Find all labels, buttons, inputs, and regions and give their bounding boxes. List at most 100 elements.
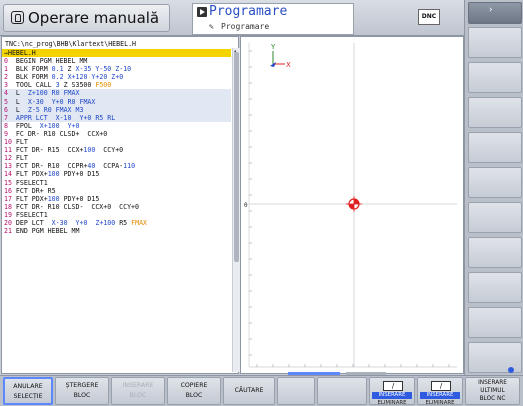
line-token: Z+100: [27, 89, 48, 98]
line-token: 0.1: [51, 65, 64, 74]
vertical-softkey-2[interactable]: [468, 62, 522, 93]
line-number: 1: [4, 65, 16, 74]
program-line[interactable]: →HEBEL.H: [2, 49, 231, 58]
insert-remove-button-1[interactable]: / INSERARE ELIMINARE: [369, 377, 415, 406]
line-token: [68, 219, 76, 227]
axis-y-label: Y: [270, 43, 276, 51]
line-token: FCT DR- R10 CLSD- CCX+0 CCY+0: [15, 202, 139, 211]
softkey-label: ULTIMUL: [480, 388, 505, 394]
line-token: FSELECT1: [15, 178, 48, 187]
wrench-icon: /: [383, 381, 403, 391]
program-line[interactable]: 5 L X-30 Y+0 R0 FMAX: [2, 97, 231, 106]
vertical-softkey-6[interactable]: [468, 202, 522, 233]
program-line[interactable]: 18 FCT DR- R10 CLSD- CCX+0 CCY+0: [2, 203, 231, 211]
line-token: Z+100: [95, 218, 116, 227]
softkey-label: INSERARE: [420, 392, 460, 399]
empty-softkey-1[interactable]: [277, 377, 315, 405]
program-line[interactable]: 7 APPR LCT X-10 Y+0 R5 RL: [2, 113, 231, 122]
program-line[interactable]: 2 BLK FORM 0.2 X+120 Y+20 Z+0: [2, 73, 231, 81]
manual-mode-icon: [11, 11, 24, 24]
line-token: FLT PDX+: [15, 170, 48, 179]
program-line[interactable]: 17 FLT PDX+100 PDY+0 D15: [2, 195, 231, 203]
line-token: 0.2: [51, 73, 64, 82]
line-number: 8: [4, 121, 16, 130]
program-line[interactable]: 0 BEGIN PGM HEBEL MM: [2, 57, 231, 65]
vertical-softkey-8[interactable]: [468, 272, 522, 303]
vertical-softkey-5[interactable]: [468, 167, 522, 198]
line-token: BLK FORM: [15, 73, 52, 82]
programming-mode-label: Programare: [209, 4, 288, 19]
softkey-label: INSERARE: [122, 382, 154, 389]
vertical-softkey-7[interactable]: [468, 237, 522, 268]
softkey-page-up-button[interactable]: ›: [468, 2, 522, 24]
program-scrollbar[interactable]: ▲: [232, 48, 240, 372]
line-token: Z+0: [111, 73, 124, 82]
vertical-softkey-1[interactable]: [468, 27, 522, 58]
line-number: 19: [4, 210, 16, 219]
line-token: END PGM HEBEL MM: [15, 227, 80, 236]
graphics-panel: 0 Y X: [240, 36, 464, 374]
delete-block-button[interactable]: ȘTERGERE BLOC: [55, 377, 109, 405]
program-line[interactable]: 14 FLT PDX+100 PDY+0 D15: [2, 170, 231, 178]
insert-remove-button-2[interactable]: / INSERARE ELIMINARE: [417, 377, 463, 406]
program-line[interactable]: 21 END PGM HEBEL MM: [2, 227, 231, 235]
axis-gizmo: Y X: [270, 43, 291, 69]
sub-mode-icon: ✎: [209, 22, 214, 31]
empty-softkey-2[interactable]: [317, 377, 367, 405]
program-line[interactable]: 1 BLK FORM 0.1 Z X-35 Y-50 Z-10: [2, 65, 231, 73]
program-line[interactable]: 12 FLT: [2, 154, 231, 162]
left-ruler-ticks: [249, 50, 252, 356]
search-button[interactable]: CĂUTARE: [223, 377, 275, 405]
line-token: 100: [47, 170, 60, 179]
softkey-label: ȘTERGERE: [65, 382, 99, 389]
line-number: 11: [4, 146, 16, 155]
line-number: 18: [4, 202, 16, 211]
manual-mode-label: Operare manuală: [28, 9, 160, 27]
line-number: 15: [4, 178, 16, 187]
softkey-label: CĂUTARE: [234, 387, 264, 394]
manual-mode-button[interactable]: Operare manuală: [3, 4, 170, 32]
copy-block-button[interactable]: COPIERE BLOC: [167, 377, 221, 405]
line-number: 0: [4, 57, 16, 66]
program-line[interactable]: 10 FLT: [2, 138, 231, 146]
programming-mode-icon: [197, 7, 207, 17]
line-number: 3: [4, 81, 16, 90]
vertical-softkey-bar: ›: [464, 0, 523, 375]
program-line[interactable]: 16 FCT DR+ R5: [2, 187, 231, 195]
line-token: [44, 98, 52, 106]
program-line[interactable]: 15 FSELECT1: [2, 179, 231, 187]
vertical-softkey-4[interactable]: [468, 132, 522, 163]
program-line[interactable]: 19 FSELECT1: [2, 211, 231, 219]
line-number: 21: [4, 227, 16, 236]
softkey-label: COPIERE: [180, 382, 208, 389]
cancel-selection-button[interactable]: ANULARE SELECȚIE: [3, 377, 53, 405]
line-number: 20: [4, 218, 16, 227]
program-line[interactable]: 4 L Z+100 R0 FMAX: [2, 89, 231, 98]
program-line[interactable]: 6 L Z-5 R0 FMAX M3: [2, 105, 231, 114]
vertical-softkey-3[interactable]: [468, 97, 522, 128]
line-token: FSELECT1: [15, 210, 48, 219]
softkey-label: BLOC: [73, 392, 91, 399]
program-line[interactable]: 9 FC DR- R10 CLSD+ CCX+0: [2, 130, 231, 138]
program-line[interactable]: 13 FCT DR- R10 CCPR+40 CCPA-110: [2, 162, 231, 170]
line-token: 110: [123, 162, 136, 171]
line-token: Y+20: [91, 73, 108, 82]
program-editor-panel: TNC:\nc_prog\BHB\Klartext\HEBEL.H →HEBEL…: [1, 36, 240, 374]
line-number: 10: [4, 138, 16, 147]
scrollbar-thumb[interactable]: [234, 52, 239, 262]
line-number: 13: [4, 162, 16, 171]
line-token: Z S3500: [59, 81, 96, 90]
insert-block-button[interactable]: INSERARE BLOC: [111, 377, 165, 405]
line-token: Y+0: [67, 121, 80, 130]
program-line[interactable]: 20 DEP LCT X-30 Y+0 Z+100 R5 FMAX: [2, 219, 231, 227]
program-line[interactable]: 8 FPOL X+100 Y+0: [2, 122, 231, 130]
graphics-canvas: 0 Y X: [244, 43, 457, 368]
program-line[interactable]: 11 FCT DR- R15 CCX+100 CCY+0: [2, 146, 231, 154]
line-token: 100: [83, 146, 96, 155]
insert-last-nc-block-button[interactable]: INSERARE ULTIMUL BLOC NC: [465, 377, 520, 405]
line-token: PDY+0 D15: [59, 194, 100, 203]
programming-mode-tab[interactable]: Programare ✎ Programare: [192, 3, 354, 35]
softkey-label: INSERARE: [478, 380, 507, 386]
program-line[interactable]: 3 TOOL CALL 3 Z S3500 F500: [2, 81, 231, 89]
vertical-softkey-9[interactable]: [468, 307, 522, 338]
